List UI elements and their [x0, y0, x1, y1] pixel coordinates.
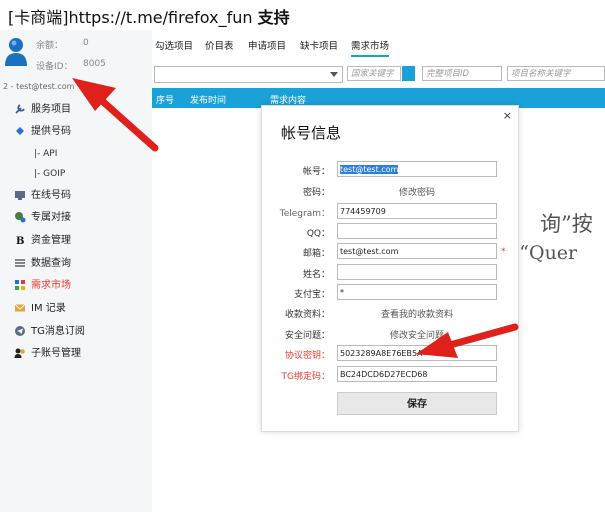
svg-text:B: B [16, 236, 24, 246]
sidebar-item-data-query[interactable]: 数据查询 [14, 256, 71, 272]
close-icon[interactable]: × [503, 109, 512, 122]
sidebar-item-funds[interactable]: B 资金管理 [14, 233, 71, 249]
payment-info-label: 收款资料： [284, 310, 330, 320]
page-title: [卡商端]https://t.me/firefox_fun 支持 [8, 4, 290, 28]
name-label: 姓名： [302, 270, 330, 280]
account-field[interactable]: test@test.com [337, 161, 497, 177]
telegram-label: Telegram： [279, 209, 330, 219]
account-info-dialog: 帐号信息 × 帐号： test@test.com 密码： 修改密码 Telegr… [261, 105, 519, 432]
telegram-field[interactable]: 774459709 [337, 203, 497, 219]
sidebar-item-label: IM 记录 [31, 303, 66, 314]
sidebar-item-sub-accounts[interactable]: 子账号管理 [14, 346, 81, 362]
tg-bind-code-field[interactable]: BC24DCD6D27ECD68 [337, 366, 497, 382]
protocol-key-field[interactable]: 5023289A8E76EB5A [337, 345, 497, 361]
mail-icon [14, 304, 26, 312]
security-question-label: 安全问题： [284, 331, 330, 341]
chevron-down-icon [330, 72, 338, 77]
qq-label: QQ： [306, 229, 330, 239]
filter-button[interactable] [402, 66, 415, 81]
tab-selected-projects[interactable]: 勾选项目 [155, 38, 193, 52]
sidebar-item-dedicated-link[interactable]: 专属对接 [14, 210, 71, 226]
sidebar-item-label: 在线号码 [31, 190, 71, 201]
country-keyword-input[interactable]: 国家关键字 [347, 66, 401, 81]
device-id-label: 设备ID： [36, 62, 73, 72]
account-id[interactable]: 2 - test@test.com [3, 82, 74, 91]
balance-value: 0 [83, 38, 89, 48]
user-link-icon [15, 212, 26, 223]
save-button[interactable]: 保存 [337, 392, 497, 415]
sidebar-item-label: 资金管理 [31, 235, 71, 246]
completed-project-id-input[interactable]: 完整项目ID [422, 66, 502, 81]
change-password-link[interactable]: 修改密码 [337, 185, 497, 198]
grid-icon [15, 280, 25, 290]
type-select[interactable] [154, 66, 343, 83]
protocol-key-label: 协议密钥： [284, 351, 330, 361]
sidebar-item-provide-numbers[interactable]: 提供号码 [14, 124, 71, 140]
title-main: [卡商端]https://t.me/firefox_fun [8, 8, 258, 27]
sidebar-item-label: 专属对接 [31, 212, 71, 223]
title-bar: [卡商端]https://t.me/firefox_fun 支持 [0, 0, 605, 30]
tab-price-list[interactable]: 价目表 [205, 38, 234, 52]
sidebar-subitem-goip[interactable]: |- GOIP [34, 169, 65, 179]
device-id-value: 8005 [83, 59, 106, 69]
sidebar-item-label: TG消息订阅 [31, 326, 85, 337]
monitor-icon [15, 191, 25, 200]
name-field[interactable] [337, 264, 497, 280]
sidebar-item-label: 需求市场 [31, 280, 71, 291]
email-field[interactable]: test@test.com [337, 243, 497, 259]
alipay-field[interactable]: * [337, 284, 497, 300]
dialog-title: 帐号信息 [281, 124, 342, 142]
email-required-mark: * [501, 247, 506, 257]
title-support: 支持 [257, 8, 290, 27]
sidebar: 余额： 0 设备ID： 8005 2 - test@test.com 服务项目 … [0, 30, 152, 512]
sidebar-item-demand-market[interactable]: 需求市场 [14, 278, 71, 294]
wrench-icon [15, 104, 25, 114]
list-icon [15, 259, 25, 267]
column-header-publish-time[interactable]: 发布时间 [190, 93, 226, 106]
sidebar-item-online-numbers[interactable]: 在线号码 [14, 188, 71, 204]
users-icon [14, 348, 25, 358]
avatar [5, 38, 27, 66]
telegram-icon [15, 326, 25, 336]
project-name-keyword-input[interactable]: 项目名称关键字 [507, 66, 605, 81]
sidebar-item-im-records[interactable]: IM 记录 [14, 301, 66, 317]
qq-field[interactable] [337, 223, 497, 239]
sidebar-subitem-api[interactable]: |- API [34, 149, 57, 159]
sidebar-item-label: 子账号管理 [31, 348, 81, 359]
sidebar-item-label: 数据查询 [31, 258, 71, 269]
sidebar-item-label: 提供号码 [31, 126, 71, 137]
tab-bar: 勾选项目 价目表 申请项目 缺卡项目 需求市场 [152, 34, 605, 57]
bold-b-icon: B [16, 236, 24, 246]
tg-bind-code-label: TG绑定码： [281, 372, 330, 382]
email-label: 邮箱： [302, 249, 330, 259]
sidebar-item-tg-subscription[interactable]: TG消息订阅 [14, 324, 85, 340]
diamond-icon [16, 127, 24, 135]
account-value: test@test.com [340, 165, 399, 174]
tab-apply-projects[interactable]: 申请项目 [248, 38, 286, 52]
sidebar-item-label: 服务项目 [31, 104, 71, 115]
change-security-question-link[interactable]: 修改安全问题 [337, 328, 497, 341]
balance-label: 余额： [36, 41, 64, 51]
tab-missing-card-projects[interactable]: 缺卡项目 [300, 38, 338, 52]
account-label: 帐号： [302, 167, 330, 177]
view-payment-info-link[interactable]: 查看我的收款资料 [337, 307, 497, 320]
sidebar-item-services[interactable]: 服务项目 [14, 102, 71, 118]
column-header-index[interactable]: 序号 [156, 93, 174, 106]
password-label: 密码： [302, 188, 330, 198]
background-text-line1: 询”按 [540, 212, 593, 236]
alipay-label: 支付宝： [293, 290, 330, 300]
filter-bar: 国家关键字 完整项目ID 项目名称关键字 [152, 64, 605, 84]
tab-demand-market[interactable]: 需求市场 [351, 38, 390, 57]
